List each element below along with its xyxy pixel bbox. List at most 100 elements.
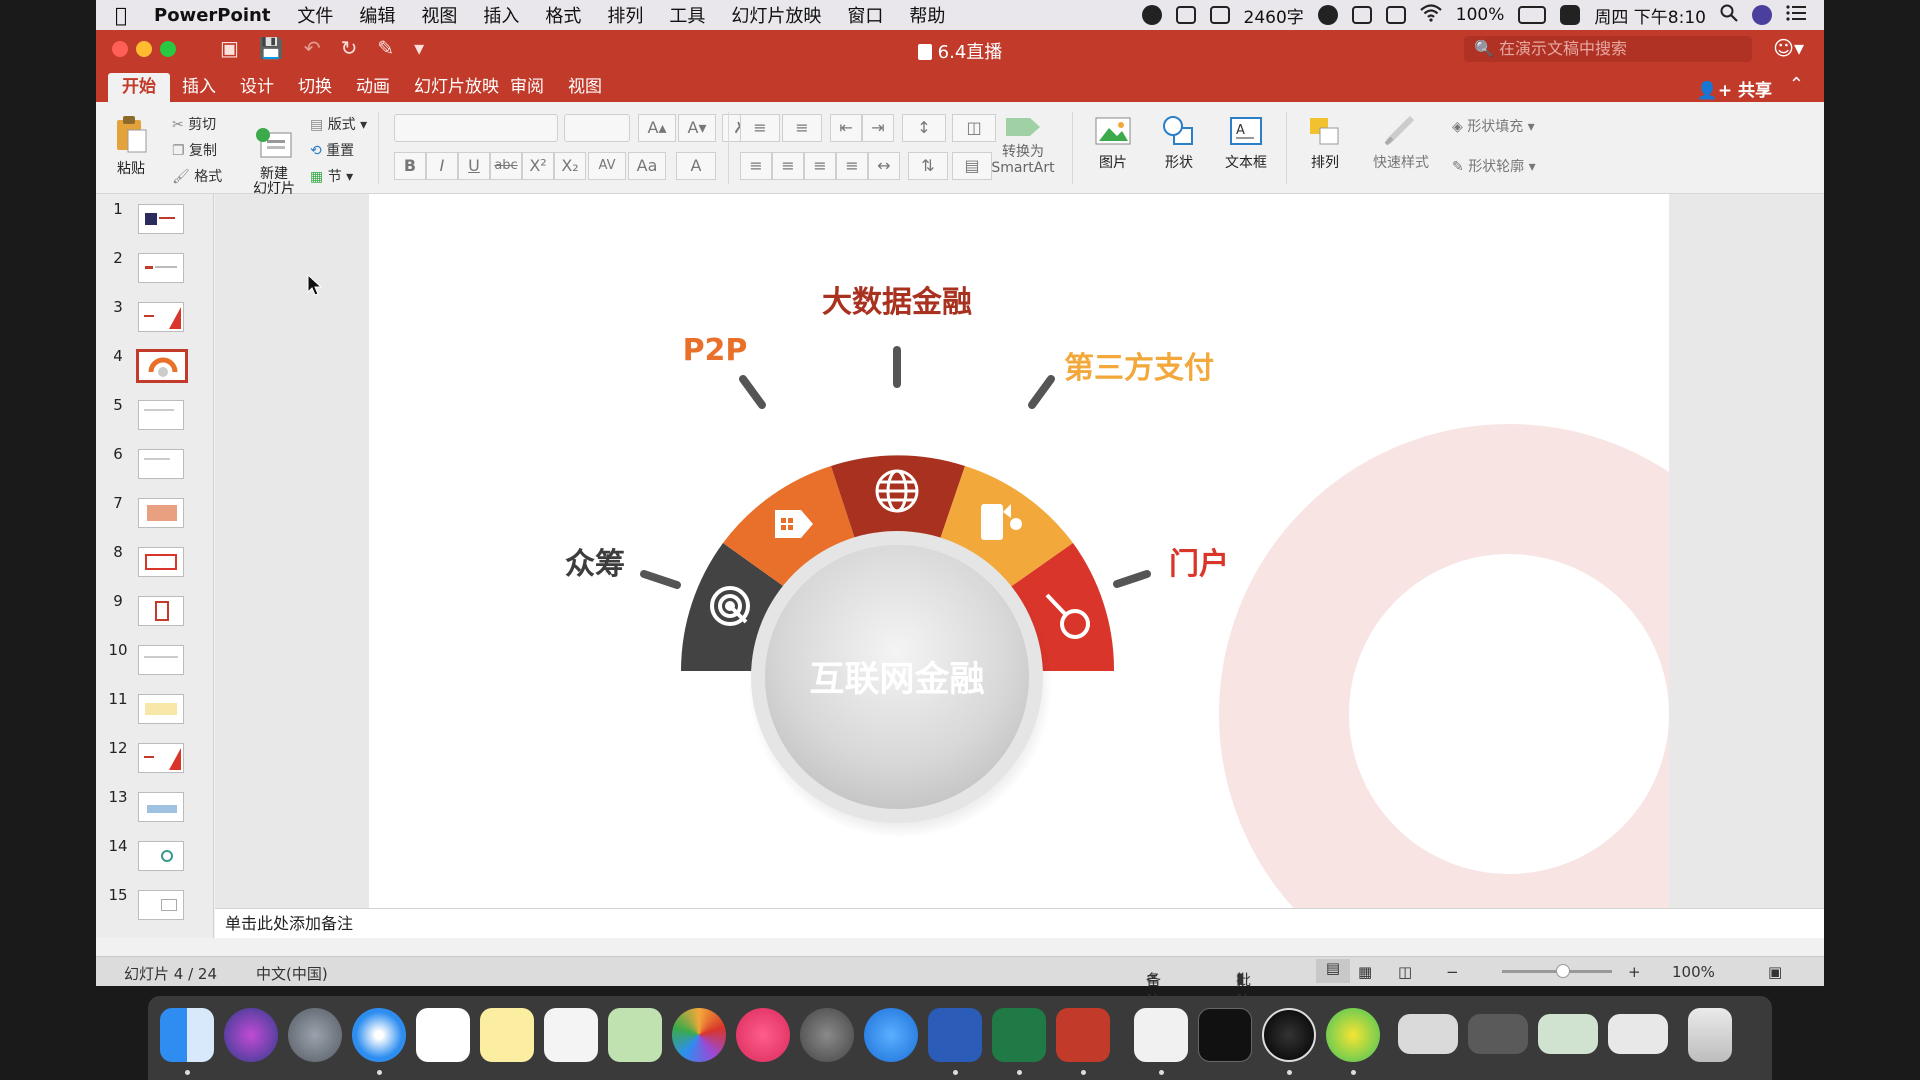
align-left-button[interactable]: ≡ [740,152,772,180]
word-count[interactable]: 2460字 [1244,3,1304,28]
slide-sorter-button[interactable]: ▦ [1358,963,1372,981]
slide-thumbnail[interactable]: 1 [96,198,213,246]
notes-app-icon[interactable] [480,1008,534,1062]
tab-view[interactable]: 视图 [554,73,616,102]
slide-thumbnail[interactable]: 16 [96,933,213,938]
reminders-icon[interactable] [544,1008,598,1062]
paste-button[interactable]: 粘贴 [108,114,154,178]
bullets-button[interactable]: ≡ [740,114,780,142]
font-family-select[interactable] [394,114,558,142]
section-button[interactable]: ▦ 节 ▾ [310,166,353,186]
slide-thumbnail[interactable]: 5 [96,394,213,442]
tab-insert[interactable]: 插入 [168,73,230,102]
status-icon-a[interactable] [1317,5,1338,25]
shape-fill-button[interactable]: ◈ 形状填充 ▾ [1452,116,1535,136]
slide-thumbnail[interactable]: 10 [96,639,213,687]
menu-view[interactable]: 视图 [421,2,457,28]
numbering-button[interactable]: ≡ [782,114,822,142]
slide-thumbnail[interactable]: 13 [96,786,213,834]
slide-thumbnails-panel[interactable]: 1 2 3 4 5 6 7 8 9 10 11 12 13 14 15 16 [96,194,214,938]
typora-icon[interactable] [1134,1008,1188,1062]
siri-icon[interactable] [224,1008,278,1062]
slide-thumbnail[interactable]: 15 [96,884,213,932]
input-method-icon[interactable] [1385,6,1406,24]
zoom-out-button[interactable]: − [1446,963,1459,981]
change-case-button[interactable]: Aa [628,152,666,180]
slide-thumbnail[interactable]: 11 [96,688,213,736]
tab-home[interactable]: 开始 [108,73,170,102]
slide-thumbnail[interactable]: 14 [96,835,213,883]
zoom-level[interactable]: 100% [1672,963,1715,981]
character-spacing-button[interactable]: AV [588,152,626,180]
bold-button[interactable]: B [394,152,426,180]
share-button[interactable]: 👤+ 共享 [1697,76,1772,101]
system-preferences-icon[interactable] [800,1008,854,1062]
normal-view-button[interactable]: ▤ [1316,959,1350,983]
menu-help[interactable]: 帮助 [909,2,945,28]
minimized-window-icon[interactable] [1608,1014,1668,1054]
copy-button[interactable]: ❐ 复制 [172,140,217,160]
decrease-indent-button[interactable]: ⇤ [830,114,862,142]
increase-font-button[interactable]: A▴ [638,114,676,142]
menu-tools[interactable]: 工具 [669,2,705,28]
terminal-icon[interactable] [1198,1008,1252,1062]
safari-icon[interactable] [352,1008,406,1062]
apple-menu-icon[interactable]:  [96,3,146,27]
align-right-button[interactable]: ≡ [804,152,836,180]
slide-4[interactable]: 互联网金融 众筹 P2P 大数据金融 第三方支付 门户 [369,194,1669,908]
slide-thumbnail[interactable]: 8 [96,541,213,589]
wifi-icon[interactable] [1420,3,1442,27]
excel-icon[interactable] [992,1008,1046,1062]
underline-button[interactable]: U [458,152,490,180]
shape-outline-button[interactable]: ✎ 形状轮廓 ▾ [1452,156,1536,176]
word-icon[interactable] [928,1008,982,1062]
format-painter-button[interactable]: 🖌 格式 [172,166,222,186]
siri-icon[interactable] [1752,5,1772,25]
distribute-button[interactable]: ↔ [868,152,900,180]
slide-thumbnail[interactable]: 6 [96,443,213,491]
slide-thumbnail[interactable]: 3 [96,296,213,344]
slide-thumbnail[interactable]: 9 [96,590,213,638]
menu-window[interactable]: 窗口 [847,2,883,28]
text-direction-button[interactable]: ⇅ [908,152,948,180]
trash-icon[interactable] [1688,1008,1732,1062]
line-spacing-button[interactable]: ↕ [902,114,946,142]
finder-icon[interactable] [160,1008,214,1062]
justify-button[interactable]: ≡ [836,152,868,180]
layout-button[interactable]: ▤ 版式 ▾ [310,114,367,134]
notes-pane[interactable]: 单击此处添加备注 [215,908,1824,938]
menu-slideshow[interactable]: 幻灯片放映 [731,2,821,28]
slide-thumbnail-selected[interactable]: 4 [96,345,213,393]
music-icon[interactable] [736,1008,790,1062]
slide-thumbnail[interactable]: 7 [96,492,213,540]
document-search-input[interactable]: 🔍 在演示文稿中搜索 [1464,36,1752,62]
subscript-button[interactable]: X₂ [554,152,586,180]
launchpad-icon[interactable] [288,1008,342,1062]
app-name-menu[interactable]: PowerPoint [154,5,270,26]
decrease-font-button[interactable]: A▾ [678,114,716,142]
insert-shape-button[interactable]: 形状 [1152,114,1206,172]
collapse-ribbon-icon[interactable]: ⌃ [1789,74,1804,95]
fit-to-window-icon[interactable]: ▣ [1768,963,1782,981]
convert-smartart-button[interactable]: 转换为 SmartArt [980,114,1066,176]
menu-insert[interactable]: 插入 [483,2,519,28]
sync-icon[interactable] [1560,5,1581,25]
status-icon-b[interactable] [1351,6,1372,24]
zoom-slider-thumb[interactable] [1556,964,1570,978]
screen-icon[interactable] [1209,6,1230,24]
font-size-select[interactable] [564,114,630,142]
tab-animations[interactable]: 动画 [342,73,404,102]
minimized-window-icon[interactable] [1538,1014,1598,1054]
menu-arrange[interactable]: 排列 [607,2,643,28]
increase-indent-button[interactable]: ⇥ [862,114,894,142]
align-center-button[interactable]: ≡ [772,152,804,180]
spotlight-icon[interactable] [1720,4,1738,27]
powerpoint-icon[interactable] [1056,1008,1110,1062]
slide-thumbnail[interactable]: 2 [96,247,213,295]
cut-button[interactable]: ✂ 剪切 [172,114,216,134]
tab-transitions[interactable]: 切换 [284,73,346,102]
notification-center-icon[interactable] [1786,4,1806,26]
insert-textbox-button[interactable]: A 文本框 [1216,114,1276,172]
arrange-button[interactable]: 排列 [1300,114,1350,172]
quick-styles-button[interactable]: 快速样式 [1366,114,1436,172]
